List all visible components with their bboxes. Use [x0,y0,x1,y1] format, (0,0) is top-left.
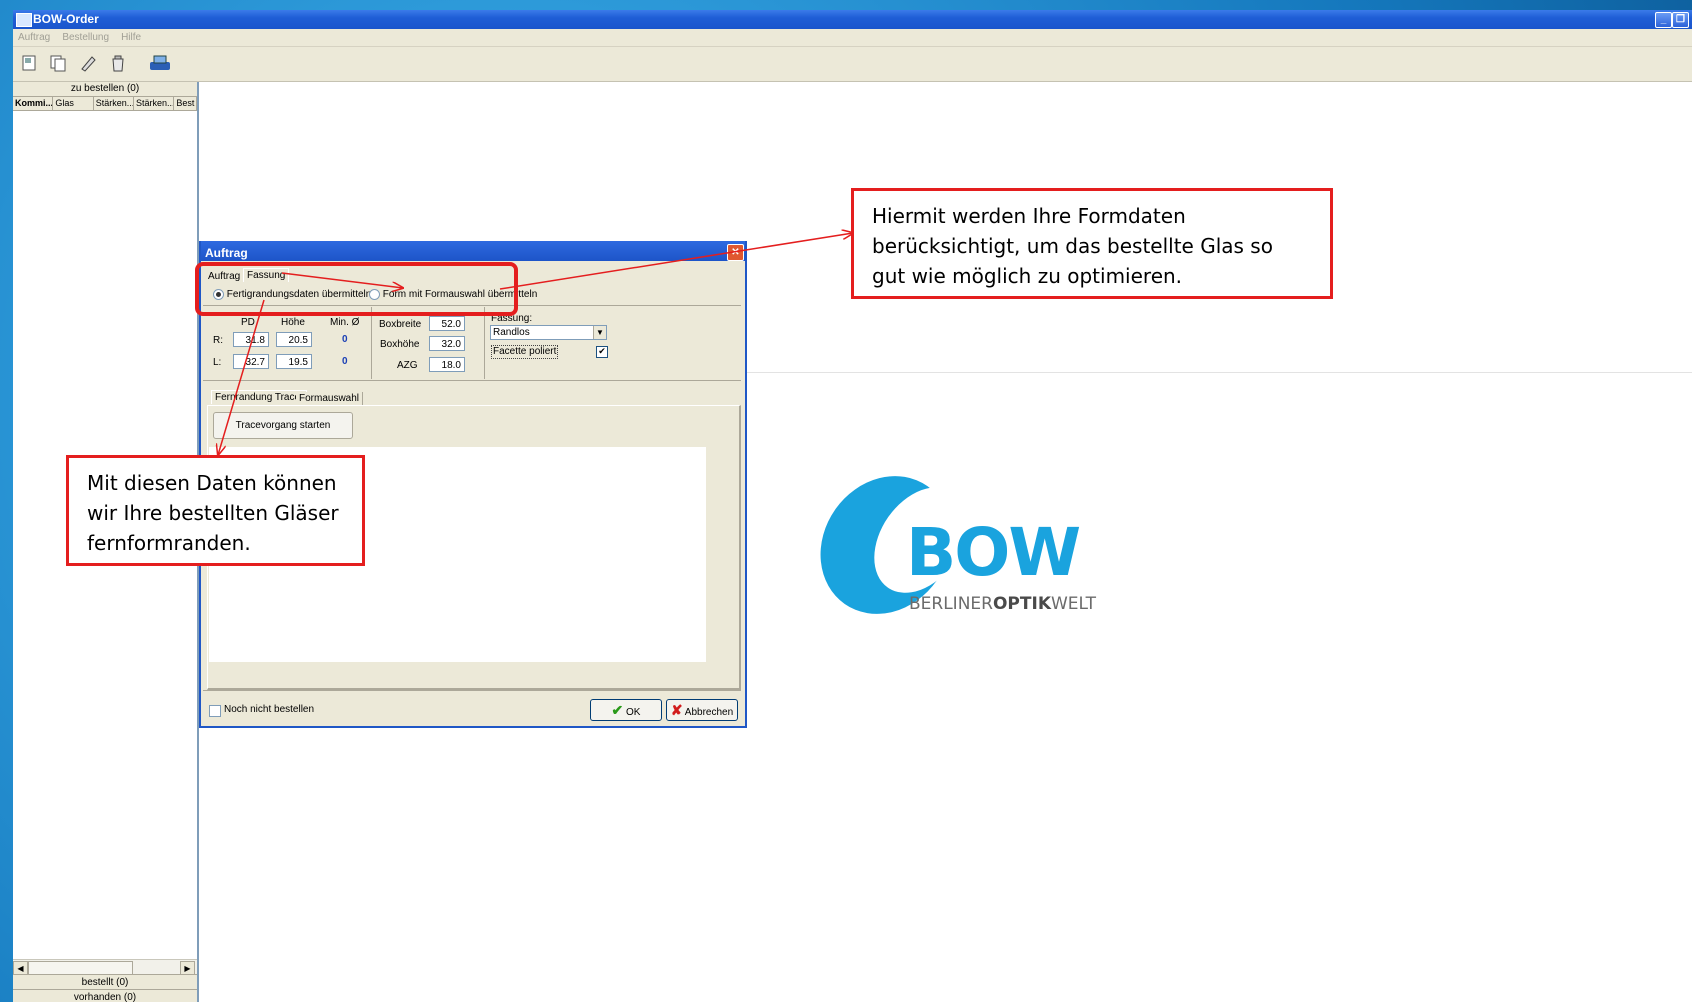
cancel-label: Abbrechen [684,707,734,718]
label-noch-nicht: Noch nicht bestellen [224,704,315,715]
minimize-icon[interactable]: _ [1655,12,1672,28]
logo-mark: BOW [906,514,1081,591]
menu-hilfe[interactable]: Hilfe [121,29,141,46]
copy-order-icon[interactable] [47,52,69,74]
menu-auftrag[interactable]: Auftrag [18,29,50,46]
delete-icon[interactable] [107,52,129,74]
label-min-diameter: Min. Ø [330,317,360,328]
chevron-down-icon[interactable]: ▼ [593,326,606,339]
col-glas[interactable]: Glas [53,97,94,110]
new-order-icon[interactable] [18,52,40,74]
field-r-pd[interactable]: 31.8 [233,332,269,347]
col-best[interactable]: Best [174,97,197,110]
ordered-section[interactable]: bestellt (0) [13,974,197,990]
field-r-hoehe[interactable]: 20.5 [276,332,312,347]
column-divider [371,307,372,379]
label-hoehe: Höhe [281,317,305,328]
order-list-columns: Kommi... Glas Stärken... Stärken... Best [13,97,197,111]
edit-icon[interactable] [77,52,99,74]
logo-tag-1: BERLINER [909,594,993,614]
toolbar [13,47,1692,82]
column-divider-2 [484,307,485,379]
x-icon: ✘ [670,702,683,718]
highlight-box [195,262,518,316]
label-boxhoehe: Boxhöhe [380,339,420,350]
col-kommission[interactable]: Kommi... [13,97,54,110]
label-facette: Facette poliert [491,345,559,359]
title-bar: BOW-Order _ ❐ [13,10,1692,29]
fassung-select[interactable]: Randlos ▼ [490,325,607,340]
value-r-min: 0 [342,334,348,345]
send-order-icon[interactable] [147,52,173,74]
label-left: L: [213,357,222,368]
field-boxbreite[interactable]: 52.0 [429,316,465,331]
label-boxbreite: Boxbreite [379,319,422,330]
col-staerken-1[interactable]: Stärken... [94,97,135,110]
field-boxhoehe[interactable]: 32.0 [429,336,465,351]
col-staerken-2[interactable]: Stärken... [134,97,175,110]
horizontal-scrollbar[interactable]: ◀ ▶ [13,959,197,976]
trace-start-button[interactable]: Tracevorgang starten [213,412,353,439]
value-l-min: 0 [342,356,348,367]
callout-fernformranden: Mit diesen Daten können wir Ihre bestell… [66,455,365,566]
separator-3 [203,690,741,691]
check-icon: ✔ [611,702,624,718]
subtab-fernrandung[interactable]: Fernrandung Tracer [211,390,308,404]
subtab-formauswahl[interactable]: Formauswahl [296,392,364,405]
logo-tagline: BERLINEROPTIKWELT [909,594,1096,614]
available-section[interactable]: vorhanden (0) [13,989,197,1002]
separator-2 [203,380,741,381]
close-icon[interactable]: ✕ [727,244,744,261]
ok-button[interactable]: ✔ OK [590,699,662,721]
logo-tag-2: OPTIK [992,594,1051,614]
label-right: R: [213,335,223,346]
dialog-title-bar: Auftrag ✕ [201,241,745,261]
field-l-pd[interactable]: 32.7 [233,354,269,369]
bow-logo: BOW BERLINEROPTIKWELT [816,470,1116,620]
logo-tag-3: WELT [1051,594,1097,614]
field-l-hoehe[interactable]: 19.5 [276,354,312,369]
callout-formdaten: Hiermit werden Ihre Formdaten berücksich… [851,188,1333,299]
field-azg[interactable]: 18.0 [429,357,465,372]
app-icon [16,13,32,27]
restore-icon[interactable]: ❐ [1672,12,1689,28]
ok-label: OK [626,707,641,718]
label-pd: PD [241,317,255,328]
fassung-selected: Randlos [493,327,530,338]
cancel-button[interactable]: ✘ Abbrechen [666,699,738,721]
label-azg: AZG [397,360,418,371]
menu-bar: Auftrag Bestellung Hilfe [13,29,1692,47]
noch-nicht-checkbox[interactable] [209,705,221,717]
window-title: BOW-Order [33,12,99,26]
to-order-header[interactable]: zu bestellen (0) [13,82,197,97]
facette-checkbox[interactable]: ✔ [596,346,608,358]
menu-bestellung[interactable]: Bestellung [62,29,109,46]
